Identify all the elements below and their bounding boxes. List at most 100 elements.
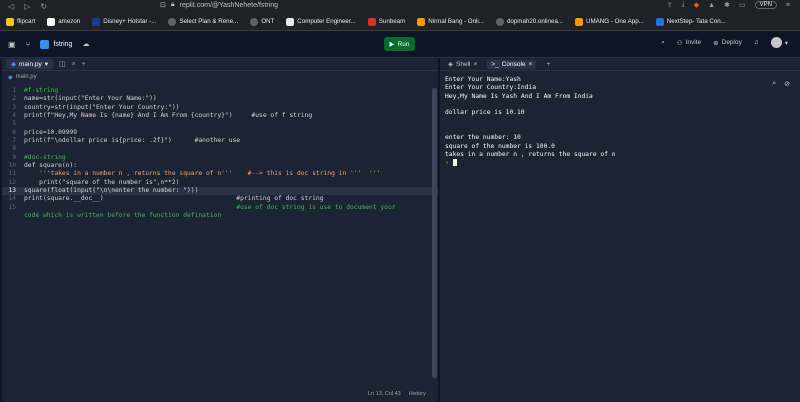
code-text: country=str(input("Enter Your Country:")… xyxy=(24,103,180,111)
code-text: print("square of the number is",n**2) xyxy=(24,178,180,186)
favicon-icon xyxy=(47,17,56,26)
line-number: 3 xyxy=(12,103,16,111)
close-icon[interactable]: × xyxy=(529,61,533,68)
code-line[interactable]: 5 xyxy=(2,120,438,128)
vpn-button[interactable]: VPN xyxy=(754,1,777,9)
bookmarks-bar: flipcart amezon Disney+ Hotstar -... Sel… xyxy=(0,13,800,31)
avatar xyxy=(770,37,782,48)
tab-main-py[interactable]: ◆ main.py ▾ xyxy=(6,59,54,69)
bookmark-item[interactable]: amezon xyxy=(47,17,80,26)
favicon-icon xyxy=(575,17,584,26)
bookmark-item[interactable]: Computer Engineer... xyxy=(286,17,356,26)
deploy-button[interactable]: ⊕ Deploy xyxy=(713,39,742,47)
reload-icon[interactable]: ↻ xyxy=(40,2,47,11)
code-line[interactable]: 2 name=str(input("Enter Your Name:")) xyxy=(2,95,438,103)
code-text: #use of doc string is use to document yo… xyxy=(24,203,396,211)
add-user-icon: ⚇ xyxy=(676,39,683,47)
line-number: 4 xyxy=(12,112,16,120)
extensions-icon[interactable]: ✱ xyxy=(724,1,730,9)
code-line[interactable]: 11 '''takes in a number n , returns the … xyxy=(2,170,438,178)
code-text: square(float(input("\n\nenter the number… xyxy=(24,187,199,195)
code-text: print(f"\ndollar price is{price: .2f}") … xyxy=(24,137,241,145)
code-line[interactable]: 9 #doc-string xyxy=(2,154,438,162)
tab-console[interactable]: >_ Console × xyxy=(487,59,537,69)
menu-icon[interactable]: ≡ xyxy=(786,2,790,9)
address-bar[interactable]: ⊡ 🔒︎ replit.com/@YashNehete/fstring xyxy=(160,1,278,9)
chevron-down-icon: ▾ xyxy=(44,61,49,68)
python-icon xyxy=(40,39,50,49)
console-prompt[interactable]: › xyxy=(445,159,616,167)
history-button[interactable]: History xyxy=(409,391,426,397)
code-editor[interactable]: 1 #f-string 2 name=str(input("Enter Your Na… xyxy=(2,87,438,221)
clear-console-icon[interactable]: ⊘ xyxy=(784,80,790,88)
code-line[interactable]: code which is written before the functio… xyxy=(2,212,438,220)
bookmark-item[interactable]: flipcart xyxy=(6,17,35,26)
bookmark-item[interactable]: Sunbeam xyxy=(367,17,405,26)
close-icon[interactable]: × xyxy=(72,61,76,68)
tab-shell[interactable]: ◈ Shell × xyxy=(444,59,481,69)
sidebar-toggle-icon[interactable]: ▣ xyxy=(8,40,16,49)
bookmark-icon[interactable]: ⊡ xyxy=(160,1,166,9)
line-number: 2 xyxy=(12,95,16,103)
globe-icon xyxy=(495,17,504,26)
bookmark-item[interactable]: NextStep- Tata Con... xyxy=(655,17,726,26)
python-file-icon: ◆ xyxy=(8,74,13,81)
rewards-icon[interactable]: ▲ xyxy=(708,2,715,9)
python-file-icon: ◆ xyxy=(11,61,16,68)
line-number: 11 xyxy=(8,170,16,178)
repl-name[interactable]: fstring xyxy=(40,39,72,49)
favicon-icon xyxy=(286,17,295,26)
bell-icon[interactable]: ♫ xyxy=(754,39,759,46)
editor-pane: ◆ main.py ▾ ◫ × + ◆ main.py 1 #f-string 2 n… xyxy=(2,58,438,402)
bookmark-item[interactable]: Disney+ Hotstar -... xyxy=(92,17,156,26)
cursor-position: Ln 13, Col 43 xyxy=(368,391,401,397)
editor-scrollbar[interactable] xyxy=(432,88,437,378)
code-line[interactable]: 1 #f-string xyxy=(2,87,438,95)
bookmark-item[interactable]: ONT xyxy=(250,17,274,26)
add-tab-icon[interactable]: + xyxy=(82,61,86,68)
brave-shield-icon[interactable]: ◆ xyxy=(694,1,699,9)
code-line[interactable]: 14 print(square.__doc__) #printing of doc… xyxy=(2,195,438,203)
favicon-icon xyxy=(6,17,14,26)
invite-button[interactable]: ⚇ Invite xyxy=(677,39,701,47)
close-icon[interactable]: × xyxy=(473,61,477,68)
line-number xyxy=(2,212,24,220)
line-number: 6 xyxy=(12,128,16,136)
code-text: def square(n): xyxy=(24,162,78,170)
line-number: 10 xyxy=(8,162,16,170)
sidebar-icon[interactable]: ▭ xyxy=(739,1,746,9)
forward-icon[interactable]: ▷ xyxy=(24,2,30,11)
breadcrumb[interactable]: ◆ main.py xyxy=(2,71,438,83)
bookmark-item[interactable]: UMANG - One App... xyxy=(575,17,644,26)
url-text: replit.com/@YashNehete/fstring xyxy=(179,1,279,9)
code-line[interactable]: 10 def square(n): xyxy=(2,162,438,170)
split-icon[interactable]: ◫ xyxy=(59,60,66,68)
code-line[interactable]: 3 country=str(input("Enter Your Country:"… xyxy=(2,104,438,112)
add-tab-icon[interactable]: + xyxy=(542,60,554,69)
search-icon[interactable]: ⌕ xyxy=(661,39,665,47)
code-text: code which is written before the functio… xyxy=(24,212,222,220)
code-text: '''takes in a number n , returns the squ… xyxy=(24,170,381,178)
git-icon[interactable]: ⑂ xyxy=(26,40,31,49)
back-icon[interactable]: ◁ xyxy=(8,2,14,11)
code-line[interactable]: 7 print(f"\ndollar price is{price: .2f}")… xyxy=(2,137,438,145)
run-button[interactable]: ▶ Run xyxy=(384,37,415,51)
code-line[interactable]: 8 xyxy=(2,145,438,153)
code-line[interactable]: 4 print(f"Hey,My Name Is {name} And I Am … xyxy=(2,112,438,120)
console-output[interactable]: Enter Your Name:Yash Enter Your Country:I… xyxy=(445,76,616,168)
console-line: Hey,My Name Is Yash And I Am From India xyxy=(445,92,593,100)
download-icon[interactable]: ⤓ xyxy=(682,1,685,9)
share-icon[interactable]: ⇪ xyxy=(667,1,673,9)
account-menu[interactable]: ▾ xyxy=(770,37,788,48)
search-icon[interactable]: ⌕ xyxy=(772,80,776,88)
code-line[interactable]: 12 print("square of the number is",n**2) xyxy=(2,179,438,187)
code-line[interactable]: 13 square(float(input("\n\nenter the numb… xyxy=(2,187,438,196)
play-icon: ▶ xyxy=(389,41,395,48)
bookmark-item[interactable]: Nirmal Bang - Onli... xyxy=(417,17,484,26)
code-line[interactable]: 6 price=10.09999 xyxy=(2,129,438,137)
bookmark-item[interactable]: dopmah20.onlinea... xyxy=(495,17,563,26)
globe-icon xyxy=(168,17,177,26)
code-line[interactable]: 15 #use of doc string is use to document… xyxy=(2,204,438,212)
bookmark-item[interactable]: Select Plan & Rene... xyxy=(168,17,238,26)
